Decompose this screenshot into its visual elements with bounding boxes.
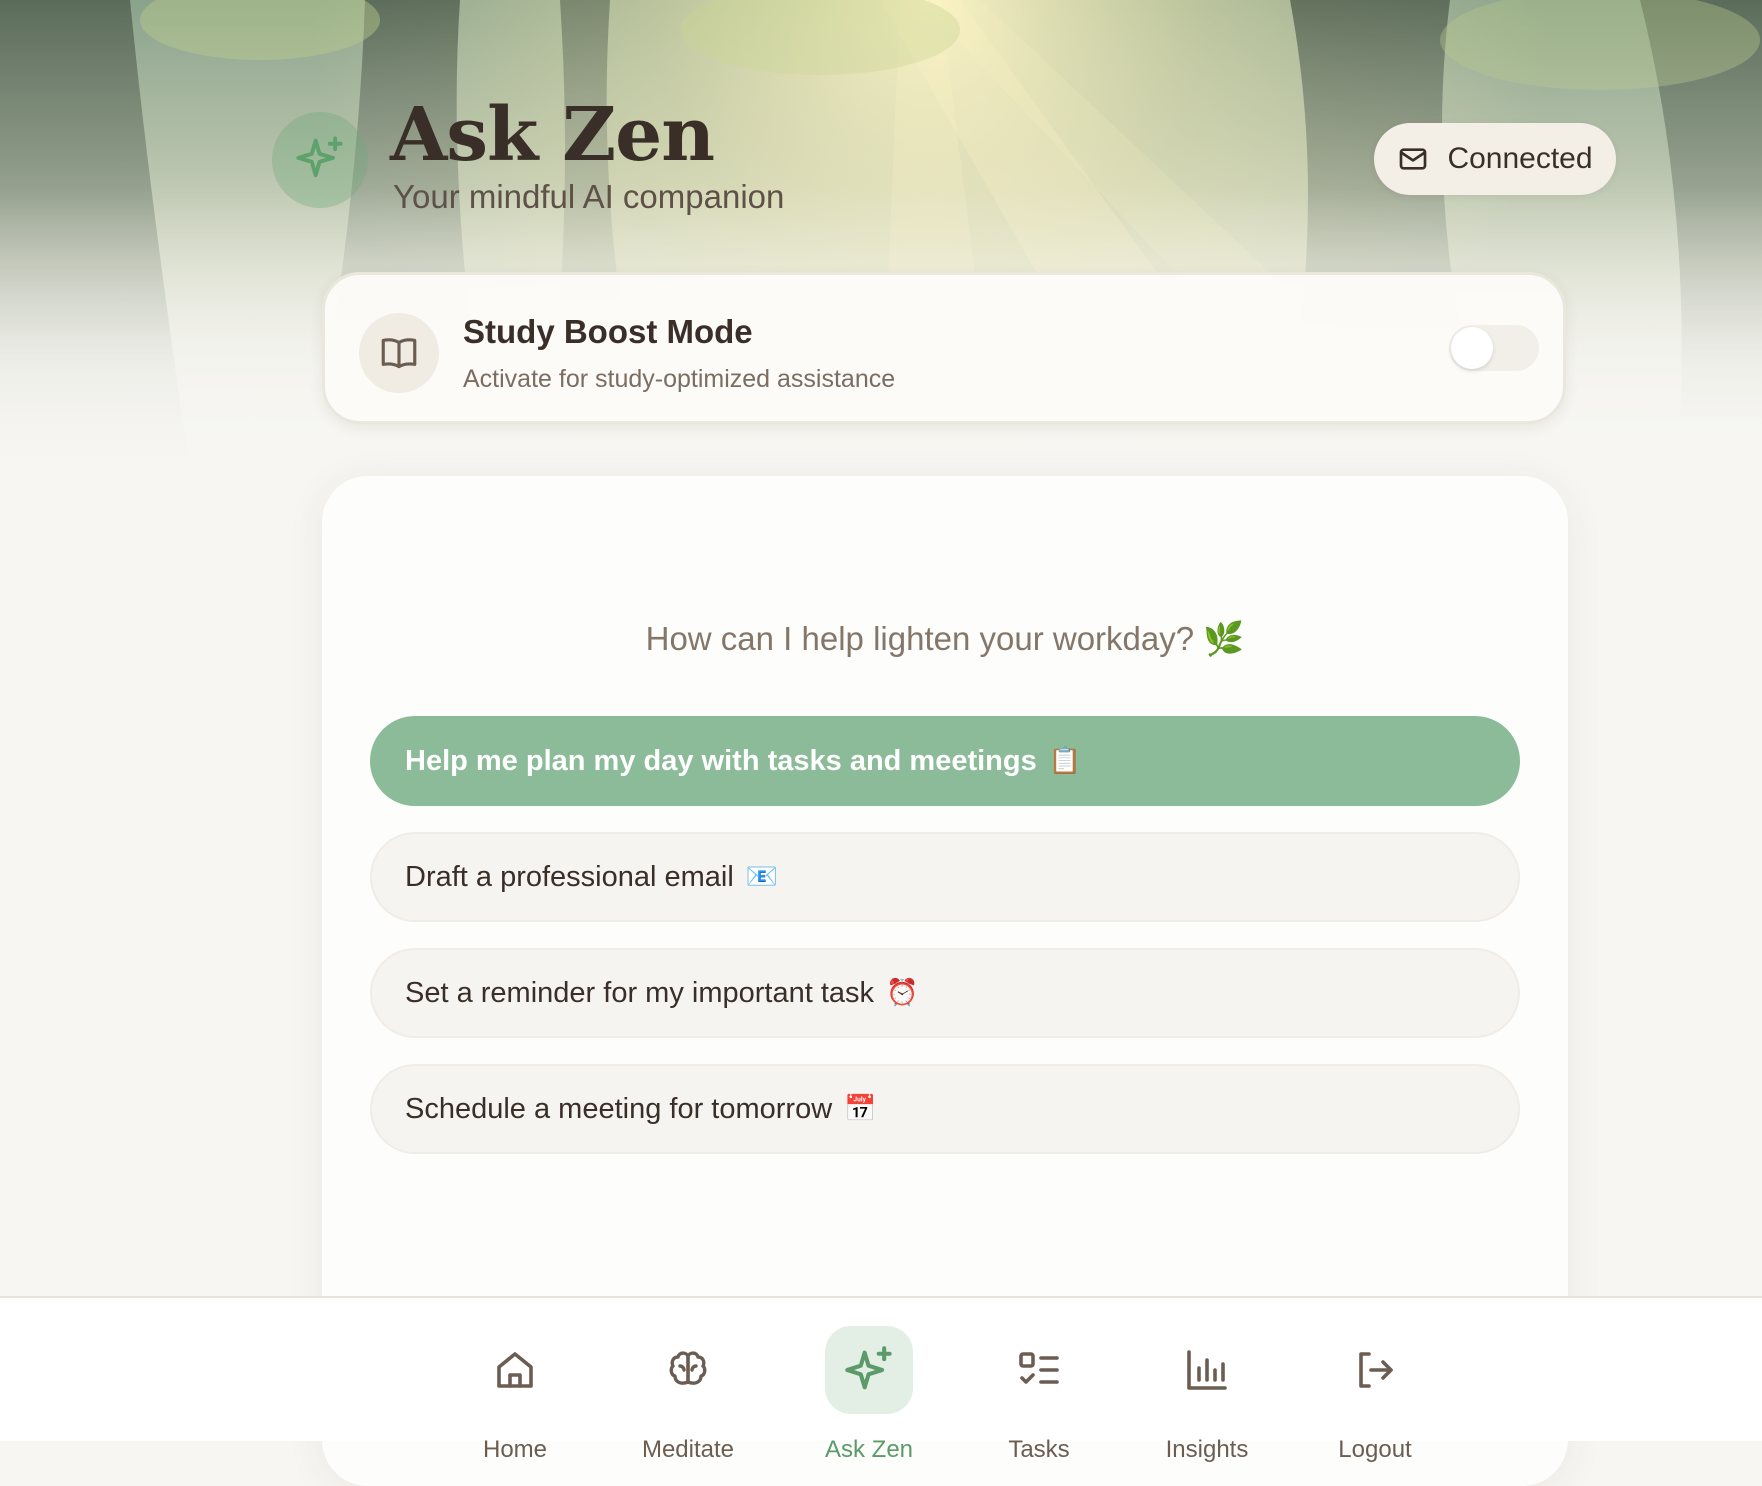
study-icon-container — [359, 313, 439, 393]
alarm-clock-icon: ⏰ — [886, 978, 919, 1008]
study-mode-title: Study Boost Mode — [463, 313, 753, 350]
suggestion-draft-email[interactable]: Draft a professional email 📧 — [370, 832, 1520, 922]
nav-label: Ask Zen — [824, 1436, 914, 1463]
clipboard-icon: 📋 — [1048, 746, 1082, 776]
nav-label: Insights — [1165, 1436, 1249, 1463]
nav-label: Logout — [1338, 1436, 1412, 1463]
nav-item-home[interactable]: Home — [445, 1326, 585, 1464]
bar-chart-icon — [1187, 1350, 1227, 1390]
toggle-knob — [1451, 327, 1493, 369]
study-mode-description: Activate for study-optimized assistance — [463, 365, 896, 393]
nav-label: Tasks — [1008, 1436, 1070, 1463]
page-title: Ask Zen — [390, 92, 715, 178]
study-mode-toggle[interactable] — [1449, 325, 1539, 371]
suggestion-plan-day[interactable]: Help me plan my day with tasks and meeti… — [370, 716, 1520, 806]
home-icon — [497, 1352, 533, 1388]
suggestion-text: Schedule a meeting for tomorrow — [405, 1092, 833, 1125]
suggestion-text: Help me plan my day with tasks and meeti… — [405, 744, 1037, 777]
page-subtitle: Your mindful AI companion — [393, 178, 785, 215]
connection-status-button[interactable]: Connected — [1374, 123, 1616, 195]
suggestion-schedule-meeting[interactable]: Schedule a meeting for tomorrow 📅 — [370, 1064, 1520, 1154]
calendar-icon: 📅 — [844, 1094, 877, 1124]
nav-item-meditate[interactable]: Meditate — [618, 1326, 758, 1464]
tasks-list-icon — [1019, 1352, 1059, 1384]
connection-status-label: Connected — [1447, 142, 1593, 175]
app-logo — [272, 112, 368, 208]
nav-item-insights[interactable]: Insights — [1137, 1326, 1277, 1464]
nav-item-ask-zen[interactable]: Ask Zen — [799, 1326, 939, 1464]
open-book-icon — [381, 338, 417, 369]
nav-label: Meditate — [641, 1436, 735, 1463]
mail-icon — [1400, 148, 1427, 170]
sparkles-icon — [845, 1346, 892, 1390]
suggestion-text: Draft a professional email — [405, 860, 734, 893]
brain-icon — [669, 1351, 707, 1385]
bottom-nav: Home Meditate Ask Zen Tasks Insights Log… — [0, 1296, 1762, 1463]
nav-label: Home — [482, 1436, 548, 1463]
logout-icon — [1359, 1352, 1393, 1388]
nav-item-logout[interactable]: Logout — [1305, 1326, 1445, 1464]
suggestion-set-reminder[interactable]: Set a reminder for my important task ⏰ — [370, 948, 1520, 1038]
nav-item-tasks[interactable]: Tasks — [969, 1326, 1109, 1464]
email-icon: 📧 — [745, 862, 779, 892]
chat-prompt-heading: How can I help lighten your workday? 🌿 — [645, 620, 1245, 657]
sparkles-icon — [296, 136, 343, 178]
suggestion-text: Set a reminder for my important task — [405, 976, 874, 1009]
study-boost-card: Study Boost Mode Activate for study-opti… — [322, 272, 1566, 424]
